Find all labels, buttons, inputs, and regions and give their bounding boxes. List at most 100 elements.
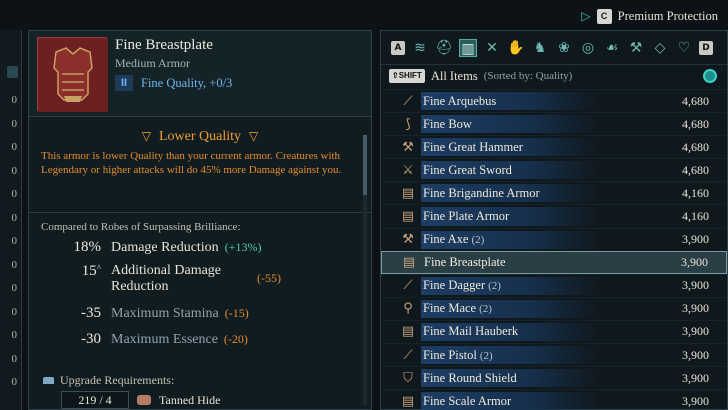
list-item[interactable]: ⟋ Fine Dagger (2) 3,900	[381, 273, 727, 297]
tab-prev-key[interactable]: A	[391, 40, 405, 55]
warning-triangle-icon: ▽	[141, 129, 151, 143]
strip-number: 0	[11, 329, 18, 341]
item-price: 3,900	[682, 393, 709, 408]
helmet-icon[interactable]: ⛑	[435, 39, 453, 57]
hands-icon[interactable]: ☙	[603, 39, 621, 57]
item-label: Fine Round Shield	[423, 371, 517, 386]
weapons-icon[interactable]: ✕	[483, 39, 501, 57]
currency-gem-icon	[703, 69, 717, 83]
tab-next-key[interactable]: D	[699, 40, 713, 55]
hammer-icon: ⚒	[402, 139, 414, 155]
strip-number: 0	[11, 235, 18, 247]
item-count: (2)	[479, 303, 492, 316]
armor-icon: ▤	[401, 393, 415, 409]
upgrade-heading: Upgrade Requirements:	[43, 373, 174, 388]
strip-number: 0	[11, 282, 18, 294]
item-label: Fine Mail Hauberk	[423, 324, 518, 339]
sort-row[interactable]: ⇧SHIFT All Items (Sorted by: Quality)	[389, 65, 572, 87]
ring-icon[interactable]: ◎	[579, 39, 597, 57]
detail-scrollbar[interactable]	[363, 135, 367, 405]
list-item[interactable]: ▤ Fine Plate Armor 4,160	[381, 204, 727, 227]
gem-icon[interactable]: ◇	[651, 39, 669, 57]
tanned-hide-icon	[137, 395, 151, 405]
item-name: Fine Bow	[423, 116, 472, 131]
stat-name-text: Maximum Stamina	[111, 306, 219, 321]
item-label: Fine Pistol (2)	[423, 348, 493, 363]
item-name: Fine Great Hammer	[423, 139, 523, 154]
sword-icon: ⚔	[402, 162, 414, 178]
category-tabs: A ≋ ⛑ ▥ ✕ ✋ ♞ ❀ ◎ ☙ ⚒ ◇ ♡ D	[381, 31, 727, 65]
item-name: Fine Pistol	[423, 347, 477, 362]
anvil-icon	[43, 377, 54, 384]
gloves-icon[interactable]: ✋	[507, 39, 525, 57]
premium-keybind: C	[596, 9, 612, 24]
herbs-icon[interactable]: ❀	[555, 39, 573, 57]
list-item[interactable]: ▤ Fine Breastplate 3,900	[381, 250, 727, 274]
strip-number: 0	[11, 117, 18, 130]
item-label: Fine Arquebus	[423, 94, 496, 109]
tier-badge: II	[115, 75, 133, 91]
list-item[interactable]: ⚲ Fine Mace (2) 3,900	[381, 296, 727, 320]
list-item[interactable]: ⚒ Fine Axe (2) 3,900	[381, 227, 727, 251]
item-label: Fine Brigandine Armor	[423, 186, 540, 201]
shield-icon[interactable]: ♡	[675, 39, 693, 57]
item-name: Fine Brigandine Armor	[423, 185, 540, 200]
warning-title-text: Lower Quality	[158, 129, 242, 144]
item-price: 3,900	[682, 301, 709, 316]
item-price: 4,680	[682, 116, 709, 131]
list-item[interactable]: ⟋ Fine Pistol (2) 3,900	[381, 343, 727, 366]
item-header: Fine Breastplate Medium Armor II Fine Qu…	[29, 31, 371, 117]
stack-icon[interactable]: ≋	[411, 39, 429, 57]
item-label: Fine Dagger (2)	[423, 278, 501, 293]
armor-icon: ▤	[402, 254, 416, 270]
list-item[interactable]: ⛉ Fine Round Shield 3,900	[381, 366, 727, 389]
armor-icon[interactable]: ▥	[459, 38, 477, 57]
bow-icon: ⟆	[405, 116, 411, 132]
list-item[interactable]: ⟋ Fine Arquebus 4,680	[381, 89, 727, 112]
item-label: Fine Breastplate	[424, 255, 506, 270]
strip-number: 0	[11, 211, 18, 224]
list-item[interactable]: ▤ Fine Mail Hauberk 3,900	[381, 319, 727, 343]
stat-value: 18%	[73, 239, 102, 255]
item-name: Fine Great Sword	[423, 162, 512, 177]
premium-protection[interactable]: ▷ C Premium Protection	[581, 9, 718, 24]
lower-quality-warning: ▽ Lower Quality ▽ This armor is lower Qual…	[29, 121, 371, 213]
strip-number: 0	[11, 141, 18, 153]
premium-label: Premium Protection	[617, 9, 718, 23]
stat-delta: (-55)	[257, 271, 281, 285]
requirement-row: 219 / 4 Tanned Hide	[61, 391, 220, 409]
list-item[interactable]: ▤ Fine Scale Armor 3,900	[381, 389, 727, 410]
anvil-icon[interactable]: ⚒	[627, 39, 645, 57]
item-name: Fine Dagger	[423, 278, 486, 293]
item-label: Fine Axe (2)	[423, 232, 484, 247]
side-panel-strip: 0 0 0 0 0 0 0 0 0 0 0 0 0	[0, 30, 22, 410]
list-item[interactable]: ⚔ Fine Great Sword 4,680	[381, 158, 727, 181]
item-name: Fine Axe	[423, 232, 469, 247]
stat-value: -35	[81, 305, 101, 321]
upgrade-heading-text: Upgrade Requirements:	[60, 373, 175, 387]
inventory-panel: A ≋ ⛑ ▥ ✕ ✋ ♞ ❀ ◎ ☙ ⚒ ◇ ♡ D ⇧SHIFT All Items (Sorted …	[380, 30, 728, 410]
gun-icon: ⟋	[403, 93, 413, 109]
warning-title: ▽ Lower Quality ▽	[29, 129, 371, 145]
stat-name: Additional Damage Reduction	[111, 263, 251, 295]
list-item[interactable]: ⟆ Fine Bow 4,680	[381, 112, 727, 135]
item-label: Fine Mace (2)	[423, 301, 492, 316]
play-arrow-icon: ▷	[581, 9, 591, 23]
compare-heading: Compared to Robes of Surpassing Brillian…	[41, 221, 241, 233]
stat-value: 15^	[81, 263, 101, 279]
list-item[interactable]: ▤ Fine Brigandine Armor 4,160	[381, 181, 727, 204]
armor-icon: ▤	[401, 324, 415, 340]
item-label: Fine Plate Armor	[423, 209, 509, 224]
strip-number: 0	[11, 188, 18, 200]
boots-icon[interactable]: ♞	[531, 39, 549, 57]
item-price: 4,680	[682, 93, 709, 108]
requirement-count: 219 / 4	[61, 391, 129, 409]
item-name: Fine Breastplate	[115, 37, 213, 53]
strip-number: 0	[11, 164, 18, 177]
stat-name: Maximum Essence (-20)	[111, 331, 248, 348]
scrollbar-thumb[interactable]	[363, 135, 367, 195]
list-item[interactable]: ⚒ Fine Great Hammer 4,680	[381, 135, 727, 158]
dagger-icon: ⟋	[403, 278, 413, 294]
item-detail-panel: Fine Breastplate Medium Armor II Fine Qu…	[28, 30, 372, 410]
stat-value-text: 15	[81, 263, 97, 279]
